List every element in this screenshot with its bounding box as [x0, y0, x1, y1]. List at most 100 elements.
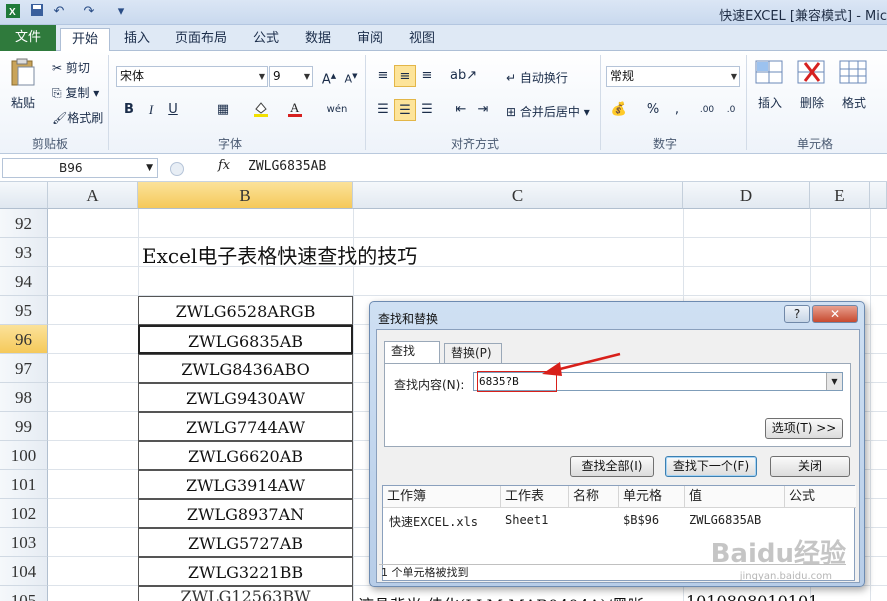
formula-input[interactable]: ZWLG6835AB [248, 159, 326, 174]
format-painter-button[interactable]: 🖌格式刷 [52, 109, 103, 126]
cell-b101[interactable]: ZWLG3914AW [138, 470, 353, 499]
column-header-c[interactable]: C [353, 182, 683, 209]
font-name-select[interactable]: 宋体 ▼ [116, 66, 268, 87]
cut-button[interactable]: ✂ 剪切 [52, 59, 90, 76]
result-value[interactable]: ZWLG6835AB [689, 513, 761, 527]
format-button[interactable]: 格式 [842, 94, 866, 111]
cell-b104[interactable]: ZWLG3221BB [138, 557, 353, 586]
undo-icon[interactable]: ↶ [50, 3, 68, 21]
cell-b100[interactable]: ZWLG6620AB [138, 441, 353, 470]
bold-button[interactable]: B [118, 99, 140, 121]
row-header-103[interactable]: 103 [0, 528, 48, 557]
cell-d105[interactable]: 1010808010101 [686, 592, 818, 601]
comma-icon[interactable]: , [666, 99, 688, 121]
row-header-98[interactable]: 98 [0, 383, 48, 412]
tab-home[interactable]: 开始 [60, 28, 110, 51]
tab-replace[interactable]: 替换(P) [444, 343, 502, 363]
col-value[interactable]: 值 [685, 486, 785, 508]
tab-formulas[interactable]: 公式 [244, 28, 288, 51]
col-sheet[interactable]: 工作表 [501, 486, 569, 508]
italic-button[interactable]: I [140, 99, 162, 121]
increase-indent-icon[interactable]: ⇥ [472, 99, 494, 121]
align-right-icon[interactable]: ☰ [416, 99, 438, 121]
row-header-105[interactable]: 105 [0, 586, 48, 601]
cell-b103[interactable]: ZWLG5727AB [138, 528, 353, 557]
col-workbook[interactable]: 工作簿 [383, 486, 501, 508]
paste-icon[interactable] [8, 57, 42, 89]
decrease-indent-icon[interactable]: ⇤ [450, 99, 472, 121]
close-icon[interactable]: ✕ [812, 305, 858, 323]
shrink-font-button[interactable]: A▼ [340, 65, 362, 87]
paste-button[interactable]: 粘贴 [11, 94, 35, 111]
insert-cells-icon[interactable] [754, 57, 788, 89]
row-header-96[interactable]: 96 [0, 325, 48, 354]
row-header-104[interactable]: 104 [0, 557, 48, 586]
cell-b99[interactable]: ZWLG7744AW [138, 412, 353, 441]
row-header-100[interactable]: 100 [0, 441, 48, 470]
result-workbook[interactable]: 快速EXCEL.xls [389, 513, 478, 530]
result-cell[interactable]: $B$96 [623, 513, 659, 527]
font-color-icon[interactable]: A [284, 99, 306, 121]
orientation-icon[interactable]: ab↗ [450, 65, 477, 87]
tab-review[interactable]: 审阅 [348, 28, 392, 51]
tab-page-layout[interactable]: 页面布局 [168, 28, 234, 51]
redo-icon[interactable]: ↷ [80, 3, 98, 21]
align-middle-icon[interactable]: ≡ [394, 65, 416, 87]
options-button[interactable]: 选项(T) >> [765, 418, 843, 439]
phonetic-icon[interactable]: wén [326, 99, 348, 121]
column-header-next[interactable] [870, 182, 887, 209]
copy-button[interactable]: ⎘ 复制 ▾ [52, 84, 99, 101]
cell-b95[interactable]: ZWLG6528ARGB [138, 296, 353, 325]
cell-b102[interactable]: ZWLG8937AN [138, 499, 353, 528]
cell-b97[interactable]: ZWLG8436ABO [138, 354, 353, 383]
delete-button[interactable]: 删除 [800, 94, 824, 111]
col-name[interactable]: 名称 [569, 486, 619, 508]
percent-icon[interactable]: % [642, 99, 664, 121]
name-box[interactable]: B96 ▼ [2, 158, 158, 178]
chevron-down-icon[interactable]: ▼ [826, 373, 842, 390]
result-sheet[interactable]: Sheet1 [505, 513, 548, 527]
select-all-corner[interactable] [0, 182, 48, 209]
fill-color-icon[interactable] [250, 99, 272, 121]
align-center-icon[interactable]: ☰ [394, 99, 416, 121]
row-header-93[interactable]: 93 [0, 238, 48, 267]
cell-b105[interactable]: ZWLG12563BW [138, 586, 353, 601]
insert-function-button[interactable]: fx [218, 158, 230, 173]
decrease-decimal-icon[interactable]: .0 [720, 99, 742, 121]
underline-button[interactable]: U [162, 99, 184, 121]
currency-icon[interactable]: 💰 [608, 99, 630, 121]
col-cell[interactable]: 单元格 [619, 486, 685, 508]
font-size-select[interactable]: 9 ▼ [269, 66, 313, 87]
align-bottom-icon[interactable]: ≡ [416, 65, 438, 87]
align-top-icon[interactable]: ≡ [372, 65, 394, 87]
save-icon[interactable] [28, 3, 46, 21]
tab-view[interactable]: 视图 [400, 28, 444, 51]
help-button[interactable]: ? [784, 305, 810, 323]
column-header-d[interactable]: D [683, 182, 810, 209]
column-header-b[interactable]: B [138, 182, 353, 209]
customize-quick-access-icon[interactable]: ▾ [112, 3, 130, 21]
grow-font-button[interactable]: A▲ [318, 65, 340, 87]
column-header-e[interactable]: E [810, 182, 870, 209]
insert-button[interactable]: 插入 [758, 94, 782, 111]
find-next-button[interactable]: 查找下一个(F) [665, 456, 757, 477]
row-header-99[interactable]: 99 [0, 412, 48, 441]
column-header-a[interactable]: A [48, 182, 138, 209]
tab-find[interactable]: 查找(D) [384, 341, 440, 377]
row-header-101[interactable]: 101 [0, 470, 48, 499]
row-header-95[interactable]: 95 [0, 296, 48, 325]
expand-handle-icon[interactable] [170, 162, 184, 176]
cell-c105[interactable]: 液晶背光 佳化(LLM-MAB0404A)/黑晰 [358, 592, 644, 601]
close-button[interactable]: 关闭 [770, 456, 850, 477]
tab-data[interactable]: 数据 [296, 28, 340, 51]
col-formula[interactable]: 公式 [785, 486, 856, 508]
cell-b98[interactable]: ZWLG9430AW [138, 383, 353, 412]
tab-file[interactable]: 文件 [0, 25, 56, 51]
cell-b96[interactable]: ZWLG6835AB [138, 325, 353, 354]
tab-insert[interactable]: 插入 [115, 28, 159, 51]
align-left-icon[interactable]: ☰ [372, 99, 394, 121]
row-header-102[interactable]: 102 [0, 499, 48, 528]
row-header-92[interactable]: 92 [0, 209, 48, 238]
increase-decimal-icon[interactable]: .00 [696, 99, 718, 121]
delete-cells-icon[interactable] [796, 57, 830, 89]
